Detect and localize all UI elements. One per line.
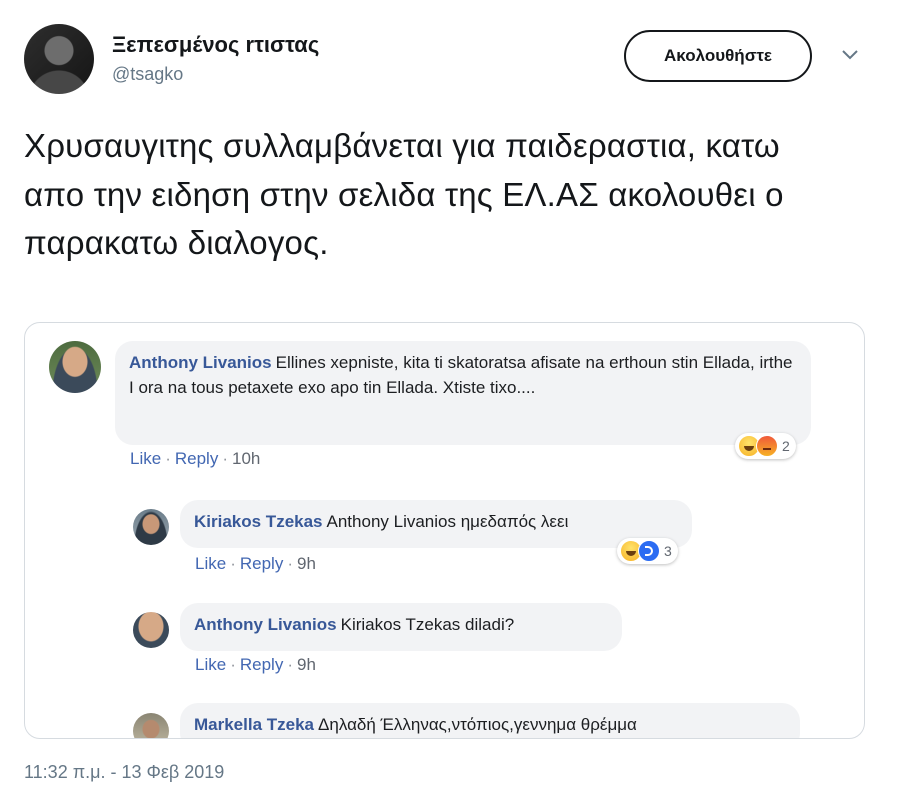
commenter-name[interactable]: Anthony Livanios [194, 615, 337, 634]
chevron-down-icon[interactable] [840, 48, 860, 62]
comment-actions: Like · Reply · 9h [195, 655, 316, 674]
reply-link[interactable]: Reply [175, 449, 218, 468]
comment-text: Kiriakos Tzekas diladi? [340, 615, 515, 634]
reaction-count: 2 [782, 438, 790, 454]
tweet-timestamp[interactable]: 11:32 π.μ. - 13 Φεβ 2019 [24, 762, 224, 783]
commenter-name[interactable]: Markella Tzeka [194, 715, 314, 734]
comment-time: 10h [232, 449, 261, 468]
like-link[interactable]: Like [130, 449, 161, 468]
reaction-count: 3 [664, 543, 672, 559]
comment-bubble: Anthony Livanios Kiriakos Tzekas diladi? [180, 603, 622, 651]
commenter-avatar [133, 713, 169, 738]
reactions-badge[interactable]: 2 [735, 433, 796, 459]
author-handle[interactable]: @tsagko [112, 64, 183, 85]
comment-time: 9h [297, 554, 316, 573]
like-link[interactable]: Like [195, 655, 226, 674]
angry-icon [756, 435, 778, 457]
comment-actions: Like · Reply · 10h [130, 449, 261, 468]
author-avatar[interactable] [24, 24, 94, 94]
commenter-avatar [49, 341, 101, 393]
comment-time: 9h [297, 655, 316, 674]
reply-link[interactable]: Reply [240, 655, 283, 674]
like-link[interactable]: Like [195, 554, 226, 573]
follow-button[interactable]: Ακολουθήστε [624, 30, 812, 82]
commenter-avatar [133, 509, 169, 545]
comment-bubble: Anthony Livanios Ellines xepniste, kita t… [115, 341, 811, 445]
reactions-badge[interactable]: 3 [617, 538, 678, 564]
commenter-name[interactable]: Kiriakos Tzekas [194, 512, 323, 531]
reply-link[interactable]: Reply [240, 554, 283, 573]
comment-text: Anthony Livanios ημεδαπός λεει [326, 512, 569, 531]
comment-text: Δηλαδή Έλληνας,ντόπιος,γεννημα θρέμμα [318, 715, 637, 734]
comment-bubble: Kiriakos Tzekas Anthony Livanios ημεδαπός… [180, 500, 692, 548]
author-name[interactable]: Ξεπεσμένος rτιστας [112, 32, 319, 58]
comment-actions: Like · Reply · 9h [195, 554, 316, 573]
like-icon [638, 540, 660, 562]
commenter-name[interactable]: Anthony Livanios [129, 353, 272, 372]
tweet-text: Χρυσαυγιτης συλλαμβάνεται για παιδεραστι… [24, 127, 784, 261]
embedded-screenshot[interactable]: Anthony Livanios Ellines xepniste, kita t… [24, 322, 865, 739]
commenter-avatar [133, 612, 169, 648]
comment-bubble: Markella Tzeka Δηλαδή Έλληνας,ντόπιος,γεν… [180, 703, 800, 738]
